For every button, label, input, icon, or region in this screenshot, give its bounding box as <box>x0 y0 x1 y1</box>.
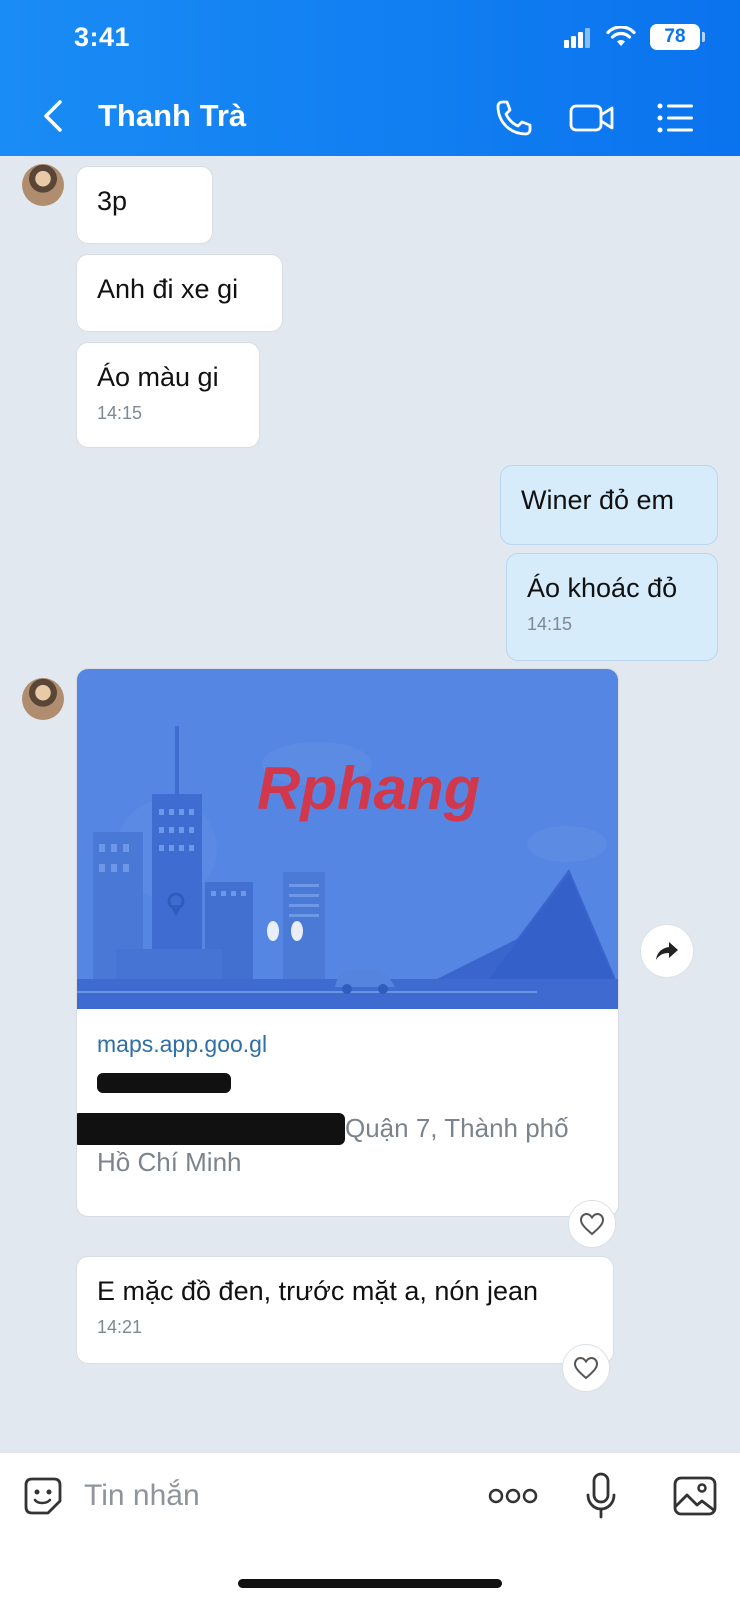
message-time: 14:21 <box>97 1317 143 1337</box>
sent-message-bubble[interactable]: Winer đỏ em <box>500 465 718 545</box>
more-options-icon[interactable] <box>488 1481 538 1511</box>
react-heart-button[interactable] <box>562 1344 610 1392</box>
menu-icon[interactable] <box>654 96 698 140</box>
message-text: 3p <box>97 186 128 216</box>
map-link-card[interactable]: Rphang maps.app.goo.gl Quận 7, Thành phố… <box>76 668 619 1217</box>
message-input[interactable]: Tin nhắn <box>84 1479 200 1513</box>
message-bubble[interactable]: Áo màu gi 14:15 <box>76 342 260 448</box>
battery-indicator: 78 <box>650 24 705 50</box>
signal-icon <box>564 28 590 48</box>
address-line: Quận 7, Thành phố <box>345 1113 569 1143</box>
redacted-block <box>77 1113 345 1145</box>
contact-avatar[interactable] <box>22 678 64 720</box>
back-icon[interactable] <box>38 96 68 136</box>
heart-icon <box>573 1356 599 1380</box>
share-arrow-icon <box>656 942 678 960</box>
message-time: 14:15 <box>97 403 143 423</box>
react-heart-button[interactable] <box>568 1200 616 1248</box>
link-domain: maps.app.goo.gl <box>97 1031 268 1057</box>
watermark-text: Rphang <box>257 755 480 822</box>
redacted-block <box>97 1073 231 1093</box>
message-input-bar: Tin nhắn <box>0 1452 740 1600</box>
address-line: Hồ Chí Minh <box>97 1147 242 1177</box>
message-bubble[interactable]: Anh đi xe gi <box>76 254 283 332</box>
message-text: Winer đỏ em <box>521 485 675 515</box>
map-preview-image: Rphang <box>77 669 618 1009</box>
message-text: Anh đi xe gi <box>97 274 239 304</box>
message-time: 14:15 <box>527 614 573 634</box>
sent-message-bubble[interactable]: Áo khoác đỏ 14:15 <box>506 553 718 661</box>
microphone-icon[interactable] <box>584 1471 618 1521</box>
message-text: Áo khoác đỏ <box>527 573 678 603</box>
wifi-icon <box>606 26 636 46</box>
heart-icon <box>579 1212 605 1236</box>
status-time: 3:41 <box>74 22 131 52</box>
share-button[interactable] <box>640 924 694 978</box>
chat-header: 3:41 78 Thanh Trà <box>0 0 740 156</box>
message-text: Áo màu gi <box>97 362 219 392</box>
sticker-icon[interactable] <box>20 1473 66 1519</box>
message-bubble[interactable]: 3p <box>76 166 213 244</box>
phone-icon[interactable] <box>492 96 536 140</box>
home-indicator <box>238 1579 502 1588</box>
gallery-icon[interactable] <box>672 1475 718 1517</box>
status-icons: 78 <box>564 24 705 50</box>
message-text: E mặc đồ đen, trước mặt a, nón jean <box>97 1276 539 1306</box>
chat-title[interactable]: Thanh Trà <box>98 98 246 134</box>
video-call-icon[interactable] <box>568 96 616 140</box>
contact-avatar[interactable] <box>22 164 64 206</box>
message-bubble[interactable]: E mặc đồ đen, trước mặt a, nón jean 14:2… <box>76 1256 614 1364</box>
